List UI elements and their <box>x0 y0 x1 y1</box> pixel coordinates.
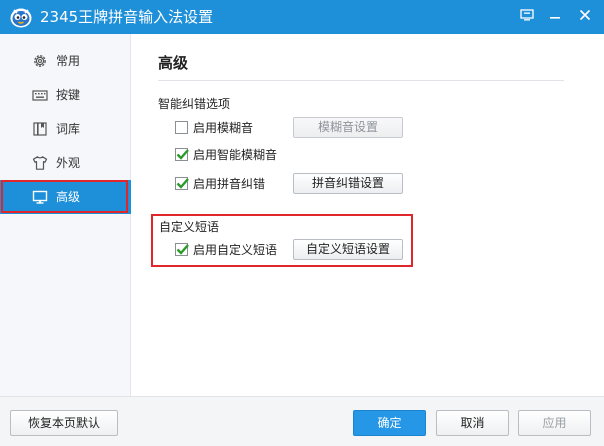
app-logo-icon <box>10 8 32 28</box>
minimize-button[interactable] <box>542 4 568 26</box>
close-button[interactable] <box>572 4 598 26</box>
fuzzy-sound-checkbox[interactable]: 启用模糊音 <box>175 119 253 135</box>
custom-phrase-label: 启用自定义短语 <box>193 242 278 257</box>
shirt-icon <box>32 156 48 170</box>
fuzzy-sound-label: 启用模糊音 <box>193 120 254 135</box>
cancel-button[interactable]: 取消 <box>436 410 509 436</box>
book-icon <box>33 122 47 136</box>
checkbox-checked[interactable] <box>175 176 189 190</box>
sidebar-item-common[interactable]: 常用 <box>0 44 131 78</box>
check-icon <box>176 243 189 255</box>
footer-bar: 恢复本页默认 确定 取消 应用 <box>0 396 604 446</box>
checkbox-unchecked[interactable] <box>175 120 188 134</box>
sidebar-item-label: 高级 <box>56 190 81 204</box>
apply-button[interactable]: 应用 <box>518 410 591 436</box>
title-divider <box>158 80 564 81</box>
sidebar-item-label: 按键 <box>56 88 81 102</box>
check-icon <box>176 148 189 160</box>
pinyin-correction-settings-button[interactable]: 拼音纠错设置 <box>293 173 403 194</box>
reset-defaults-button[interactable]: 恢复本页默认 <box>10 410 118 436</box>
window-menu-button[interactable] <box>514 4 540 26</box>
monitor-icon <box>32 190 48 204</box>
custom-phrase-group-title: 自定义短语 <box>159 220 220 234</box>
checkbox-checked[interactable] <box>175 147 189 161</box>
keyboard-icon <box>32 90 48 101</box>
title-bar: 2345王牌拼音输入法设置 <box>0 0 604 34</box>
sidebar-item-label: 词库 <box>56 122 81 136</box>
sidebar-item-appearance[interactable]: 外观 <box>0 146 131 180</box>
smart-fuzzy-label: 启用智能模糊音 <box>193 147 278 162</box>
checkbox-checked[interactable] <box>175 242 189 256</box>
pinyin-correction-checkbox[interactable]: 启用拼音纠错 <box>175 175 265 191</box>
sidebar-item-label: 外观 <box>56 156 81 170</box>
fuzzy-group-title: 智能纠错选项 <box>158 97 231 111</box>
settings-sidebar: 常用 按键 词库 外观 高级 <box>0 34 131 396</box>
pinyin-correction-label: 启用拼音纠错 <box>193 176 266 191</box>
gear-icon <box>34 55 46 67</box>
custom-phrase-settings-button[interactable]: 自定义短语设置 <box>293 239 403 260</box>
page-title: 高级 <box>158 54 189 72</box>
menu-icon <box>520 9 534 21</box>
window-title: 2345王牌拼音输入法设置 <box>40 8 214 26</box>
smart-fuzzy-checkbox[interactable]: 启用智能模糊音 <box>175 146 277 162</box>
custom-phrase-checkbox[interactable]: 启用自定义短语 <box>175 241 277 257</box>
minimize-icon <box>550 17 560 19</box>
sidebar-item-dictionary[interactable]: 词库 <box>0 112 131 146</box>
fuzzy-sound-settings-button[interactable]: 模糊音设置 <box>293 117 403 138</box>
ok-button[interactable]: 确定 <box>353 410 426 436</box>
sidebar-item-label: 常用 <box>56 54 81 68</box>
close-icon <box>579 9 591 21</box>
check-icon <box>176 177 189 189</box>
sidebar-item-advanced[interactable]: 高级 <box>0 180 131 214</box>
sidebar-item-keys[interactable]: 按键 <box>0 78 131 112</box>
